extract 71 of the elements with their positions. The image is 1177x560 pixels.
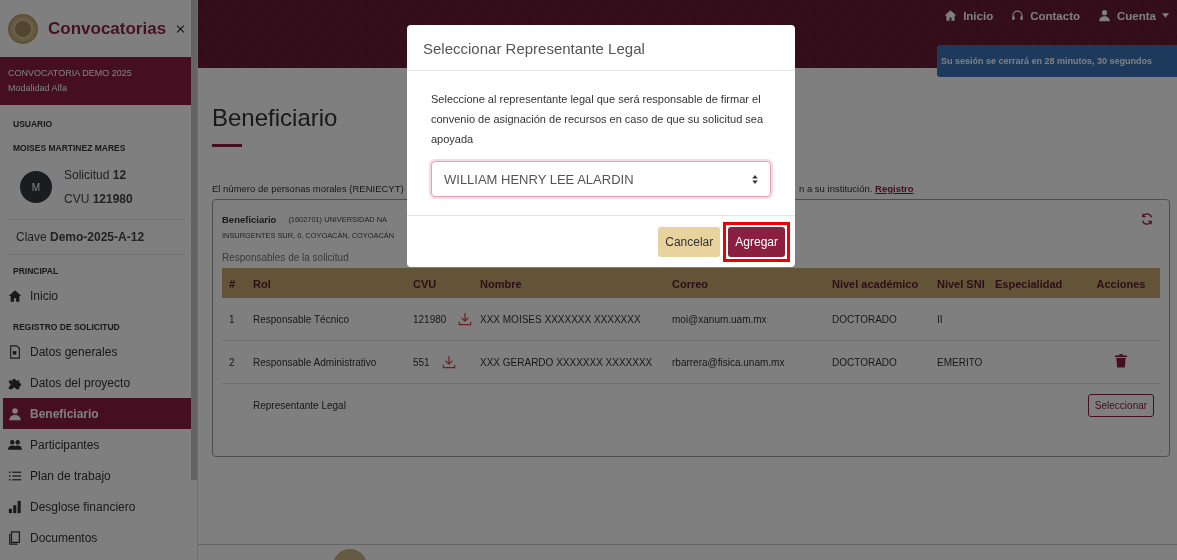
home-icon: [944, 9, 958, 22]
column-header: Especialidad: [994, 278, 1064, 292]
nav-link[interactable]: Contacto: [1011, 9, 1080, 22]
dialog-title: Seleccionar Representante Legal: [407, 25, 795, 71]
table-cell: 121980: [413, 313, 447, 325]
beneficiary-label: Beneficiario: [222, 213, 277, 225]
updown-icon: [752, 174, 758, 184]
notice-text: El número de personas morales (RENIECYT): [212, 183, 405, 194]
request-number: Solicitud 12: [64, 167, 128, 184]
cancel-button[interactable]: Cancelar: [658, 227, 721, 257]
dialog-message: Seleccione al representante legal que será responsable de firmar el convenio de asignación de recursos en caso de que su solicitud sea apoyada: [431, 92, 765, 147]
table-cell-text: Responsable Técnico: [252, 313, 350, 325]
select-field[interactable]: WILLIAM HENRY LEE ALARDIN: [431, 161, 771, 197]
column-header: Nombre: [479, 278, 523, 292]
headset-icon: [1011, 9, 1025, 22]
user-name: MOISES MARTINEZ MARES: [12, 143, 127, 153]
session-alert: Su sesión se cerrará en 28 minutos, 30 segundos: [937, 45, 1177, 77]
sidebar-item[interactable]: Documentos: [3, 522, 197, 553]
sidebar-item[interactable]: Desglose financiero: [3, 491, 197, 522]
table-cell-text: Representante Legal: [252, 399, 347, 411]
table-cell-text: 1: [228, 313, 236, 325]
table-cell-text: Responsable Administrativo: [252, 356, 378, 368]
page-title: Beneficiario: [212, 104, 338, 132]
column-header: #: [228, 278, 237, 292]
nav-link[interactable]: Inicio: [944, 9, 994, 22]
emblem-icon: [8, 13, 38, 44]
table-cell-text: XXX MOISES XXXXXXX XXXXXXX: [479, 313, 642, 325]
table-cell-text: moi@xanum.uam.mx: [671, 313, 768, 325]
table-cell-text: 2: [228, 356, 236, 368]
avatar: M: [20, 171, 52, 203]
user-icon: [8, 406, 22, 421]
select-button[interactable]: Seleccionar: [1087, 393, 1155, 417]
trash-icon[interactable]: [1115, 354, 1127, 368]
table-cell: 551: [413, 356, 430, 368]
column-header: Nivel SNI: [936, 278, 986, 292]
table-cell-text: II: [936, 313, 944, 325]
caret-icon: [1162, 13, 1169, 18]
download-icon[interactable]: [441, 355, 456, 369]
section-heading: PRINCIPAL: [12, 266, 60, 276]
notice-text: n a su institución.: [799, 183, 874, 194]
download-icon[interactable]: [458, 312, 473, 326]
nav-link[interactable]: Cuenta: [1098, 9, 1169, 22]
table-cell-text: EMERITO: [936, 356, 984, 368]
table-cell-text: DOCTORADO: [831, 356, 898, 368]
title-underline: [212, 144, 242, 147]
request-key: Clave Demo-2025-A-12: [8, 220, 185, 255]
table-caption: Responsables de la solicitud: [222, 252, 350, 263]
bar-chart-icon: [8, 499, 22, 514]
register-link[interactable]: Registro: [875, 183, 914, 194]
column-header: Rol: [252, 278, 272, 292]
section-heading: REGISTRO DE SOLICITUD: [12, 322, 121, 332]
section-heading: USUARIO: [12, 119, 54, 129]
call-name: CONVOCATORIA DEMO 2025: [8, 67, 133, 80]
document-icon: [8, 344, 22, 359]
users-icon: [8, 437, 22, 452]
table-cell-text: XXX GERARDO XXXXXXX XXXXXXX: [479, 356, 654, 368]
scrollbar[interactable]: [191, 0, 197, 480]
app-title: Convocatorias: [48, 18, 167, 39]
call-modality: Modalidad Alfa: [8, 82, 69, 95]
refresh-icon[interactable]: [1140, 212, 1154, 226]
user-icon: [1098, 9, 1111, 22]
table-cell-text: DOCTORADO: [831, 313, 898, 325]
column-header: Acciones: [1095, 278, 1147, 292]
table-cell-text: rbarrera@fisica.unam.mx: [671, 356, 786, 368]
column-header: Nivel académico: [831, 278, 920, 292]
documents-icon: [8, 530, 22, 545]
home-icon: [8, 288, 22, 303]
column-header: CVU: [412, 278, 438, 292]
cvu-number: CVU 121980: [64, 191, 133, 208]
column-header: Correo: [671, 278, 710, 292]
add-button[interactable]: Agregar: [728, 227, 785, 257]
